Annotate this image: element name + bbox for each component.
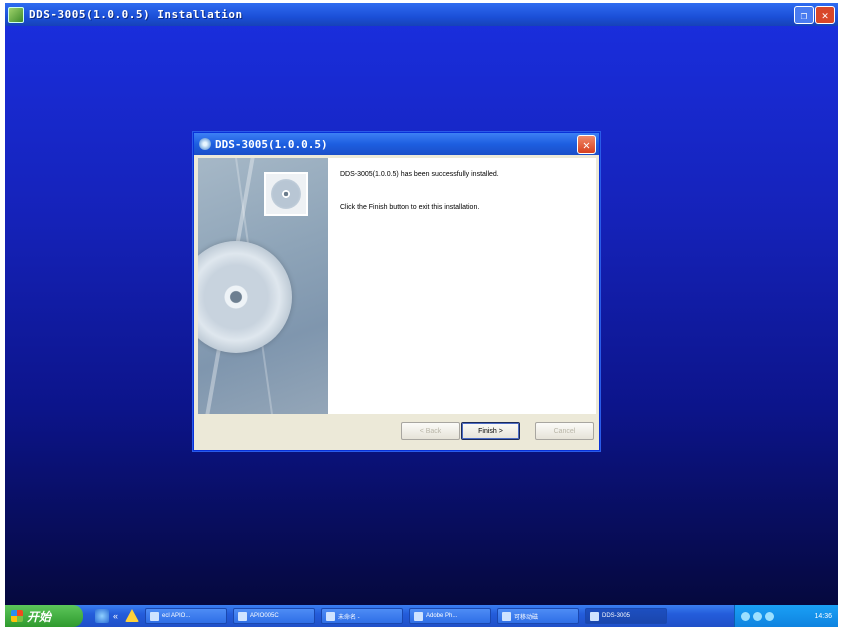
success-message: DDS-3005(1.0.0.5) has been successfully … [340,171,499,178]
finish-instruction: Click the Finish button to exit this ins… [340,204,480,211]
setup-icon [199,138,211,150]
taskbar-item[interactable]: Adobe Ph... [409,608,491,624]
taskbar-item[interactable]: 可移动磁 [497,608,579,624]
volume-icon[interactable] [753,611,762,621]
cd-disc-icon [198,241,292,353]
drive-icon [502,611,511,621]
cancel-button[interactable]: Cancel [535,422,594,440]
windows-logo-icon [11,610,23,622]
taskbar-item-active[interactable]: DDS-3005 [585,608,667,624]
dialog-body: DDS-3005(1.0.0.5) has been successfully … [198,158,596,414]
start-label: 开始 [27,609,52,624]
system-tray: 14:36 [734,605,838,627]
installer-icon [8,6,24,23]
dialog-title-bar[interactable]: DDS-3005(1.0.0.5) ✕ [194,133,599,155]
browser-icon[interactable] [95,609,109,623]
cd-banner-image [198,158,328,414]
installer-title-bar[interactable]: DDS-3005(1.0.0.5) Installation ❐ ✕ [5,3,838,26]
setup-icon [590,611,599,621]
dialog-title: DDS-3005(1.0.0.5) [215,137,328,151]
expand-arrow-icon[interactable]: « [113,609,121,623]
message-panel: DDS-3005(1.0.0.5) has been successfully … [328,158,596,414]
security-icon[interactable] [765,611,774,621]
network-icon[interactable] [741,611,750,621]
paint-icon [326,611,335,621]
cd-box-icon [264,172,308,216]
taskbar-item[interactable]: APIO005C [233,608,315,624]
taskbar-item[interactable]: ecl APIO... [145,608,227,624]
quick-launch: « [95,609,139,623]
folder-icon [150,611,159,621]
finish-button[interactable]: Finish > [461,422,520,440]
button-row: < Back Finish > Cancel [194,418,599,446]
back-button[interactable]: < Back [401,422,460,440]
setup-dialog: DDS-3005(1.0.0.5) ✕ DDS-3005(1.0.0.5) ha… [193,132,600,451]
app-icon [238,611,247,621]
dialog-close-button[interactable]: ✕ [577,135,596,154]
photoshop-icon [414,611,423,621]
outer-close-button[interactable]: ✕ [815,6,835,24]
taskbar: 开始 « ecl APIO... APIO005C 未命名 - Adobe Ph… [5,605,838,627]
clock[interactable]: 14:36 [814,613,832,620]
warning-icon[interactable] [125,609,139,622]
start-button[interactable]: 开始 [5,605,83,627]
restore-button[interactable]: ❐ [794,6,814,24]
taskbar-item[interactable]: 未命名 - [321,608,403,624]
desktop: DDS-3005(1.0.0.5) Installation ❐ ✕ DDS-3… [5,3,838,627]
installer-title: DDS-3005(1.0.0.5) Installation [29,8,243,21]
